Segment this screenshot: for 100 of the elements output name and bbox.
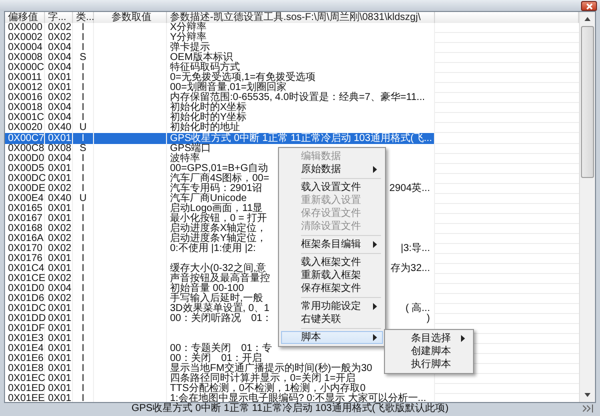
table-cell[interactable]: 0X01E3 [8,333,44,344]
table-cell: 0X01 [48,163,72,174]
table-cell: I [82,253,84,264]
table-cell: 00=划圈音量,01=划圈回家 [170,83,287,93]
table-cell: 0X02 [48,293,72,304]
table-cell: X分辩率 [170,23,207,33]
table-cell[interactable]: 0X01D6 [8,293,44,304]
column-header[interactable]: 类... [73,12,94,23]
table-cell: I [82,293,84,304]
table-cell[interactable]: 0X00E4 [8,193,44,204]
table-cell: 00：专题关闭 01：专 [170,344,272,354]
menu-item[interactable]: 执行脚本 [387,358,471,371]
resize-grip-icon[interactable] [582,404,594,413]
table-cell[interactable]: 0X016A [8,233,44,244]
table-cell[interactable]: 0X000C [8,62,44,73]
table-cell: 初始音量 00-100 [170,284,244,294]
table-cell: 0X01 [48,253,72,264]
table-cell[interactable]: 0X00DE [8,183,46,194]
table-cell[interactable]: 0X01EC [8,373,46,384]
menu-item[interactable]: 重新载入框架 [281,269,383,282]
menu-item[interactable]: 条目选择 [387,332,471,345]
table-cell[interactable]: 0X01DF [8,323,45,334]
table-cell: I [82,383,84,394]
table-cell[interactable]: 0X0000 [8,22,42,33]
table-cell: 00=GPS,01=B+G自动 [170,164,268,174]
table-cell: U [79,193,87,204]
menu-item[interactable]: 载入设置文件 [281,181,383,194]
table-cell[interactable]: 0X0004 [8,42,42,53]
table-cell: I [82,393,84,402]
close-button[interactable] [581,1,597,11]
table-cell[interactable]: 0X0020 [8,122,42,133]
table-cell[interactable]: 0X0170 [8,243,42,254]
table-cell[interactable]: 0X0011 [8,72,42,83]
table-cell: 2904英... [389,184,430,194]
table-cell: I [82,283,84,294]
table-cell[interactable]: 0X0016 [8,92,42,103]
menu-item[interactable]: 右键关联 [281,313,383,326]
menu-item[interactable]: 保存框架文件 [281,282,383,295]
table-cell[interactable]: 0X0165 [8,203,42,214]
table-cell[interactable]: 0X01C4 [8,263,44,274]
table-cell: 内存保留范围:0-65535, 4.0时设置是：经典=7、豪华=11... [170,93,425,103]
table-cell: 显示当地FM交通广播提示的时间(秒)一般为30 [170,364,372,374]
table-cell: 初始化时的Y坐标 [170,113,247,123]
table-cell[interactable]: 0X0168 [8,223,42,234]
table-cell[interactable]: 0X0002 [8,32,42,43]
menu-item[interactable]: 脚本 [281,331,383,344]
table-cell[interactable]: 0X0008 [8,52,42,63]
table-cell: U [79,122,87,133]
table-cell[interactable]: 0X00DC [8,173,46,184]
table-cell: 0X01 [48,353,72,364]
table-cell: 0X04 [48,42,72,53]
table-cell: 初始化时的地址 [170,123,240,133]
column-header[interactable]: 偏移值 [5,12,45,23]
menu-item[interactable]: 常用功能设定 [281,300,383,313]
column-header[interactable]: 参数取值 [94,12,167,23]
table-cell: I [82,273,84,284]
table-cell: 0X02 [48,92,72,103]
table-cell: 声音按钮及最高音量控 [170,274,270,284]
table-cell: Y分辩率 [170,33,207,43]
table-cell: 0X04 [48,283,72,294]
table-cell[interactable]: 0X01E6 [8,353,44,364]
table-cell: 汽车专用码：2901诏 [170,184,262,194]
menu-item[interactable]: 载入框架文件 [281,256,383,269]
table-cell[interactable]: 0X0012 [8,82,42,93]
table-cell[interactable]: 0X00D5 [8,163,44,174]
table-cell: 0X04 [48,102,72,113]
scroll-thumb[interactable] [581,26,594,178]
table-cell[interactable]: 0X00C8 [8,143,44,154]
table-cell: 0X04 [48,153,72,164]
table-cell: I [82,42,84,53]
table-cell: S [80,52,86,63]
table-cell: I [82,213,84,224]
table-cell[interactable]: 0X01DC [8,303,46,314]
table-cell[interactable]: 0X001C [8,112,44,123]
table-cell: ( 高... [406,304,430,314]
table-cell[interactable]: 0X01EE [8,393,45,402]
table-cell[interactable]: 0X01E4 [8,343,44,354]
scrollbar[interactable] [579,12,595,402]
table-cell: I [82,62,84,73]
menu-item[interactable]: 原始数据 [281,163,383,176]
table-cell: 汽车厂商4S图标，00= [170,174,270,184]
table-cell[interactable]: 0X0167 [8,213,42,224]
table-cell: 存为32... [390,264,430,274]
table-cell[interactable]: 0X01CE [8,273,46,284]
table-cell[interactable]: 0X01E8 [8,363,44,374]
table-cell[interactable]: 0X01DD [8,313,46,324]
table-cell[interactable]: 0X01D0 [8,283,44,294]
table-cell: 启动Logo画面，11显 [170,204,263,214]
table-cell[interactable]: 0X0176 [8,253,42,264]
table-cell[interactable]: 0X0018 [8,102,42,113]
table-cell[interactable]: 0X01ED [8,383,46,394]
table-cell[interactable]: 0X00D0 [8,153,44,164]
table-cell: 0X02 [48,223,72,234]
menu-item[interactable]: 框架条目编辑 [281,238,383,251]
menu-item[interactable]: 创建脚本 [387,345,471,358]
table-cell: 0=无免拨受选项,1=有免拨受选项 [170,73,316,83]
table-cell: 0X01 [48,72,72,83]
table-cell: 0:不使用 |1:使用 |2: [170,244,256,254]
table-cell: S [80,143,86,154]
table-cell: I [82,333,84,344]
